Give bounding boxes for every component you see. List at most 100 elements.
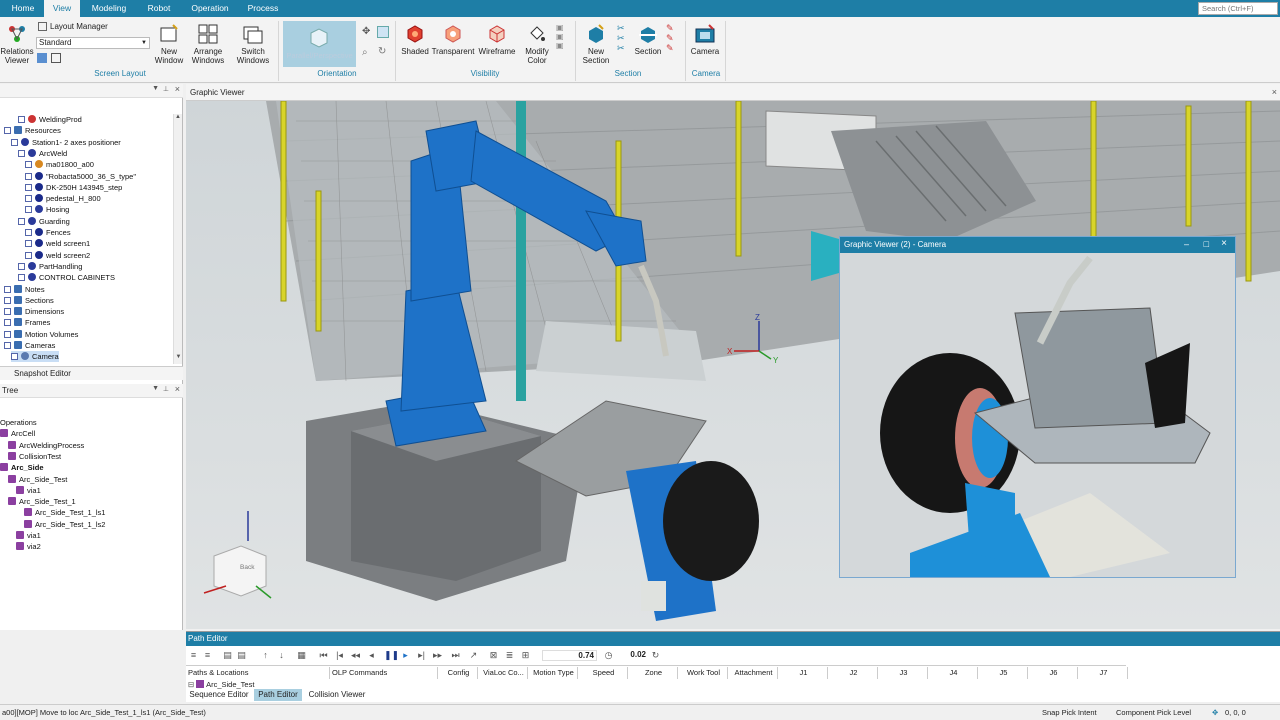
checkbox-icon[interactable] xyxy=(25,195,32,203)
object-tree-scrollbar[interactable]: ▲ ▼ xyxy=(173,114,182,364)
scroll-down-icon[interactable]: ▼ xyxy=(174,354,183,360)
transparent-button[interactable]: Transparent xyxy=(430,23,476,56)
toolbar-icon[interactable]: ▤ xyxy=(236,650,247,661)
tree-item[interactable]: "Robacta5000_36_S_type" xyxy=(25,171,136,182)
checkbox-icon[interactable] xyxy=(25,251,32,259)
select-cursor-icon[interactable] xyxy=(377,26,389,38)
rotate-icon[interactable]: ↻ xyxy=(378,46,386,57)
toolbar-icon[interactable]: ≡ xyxy=(188,650,199,661)
toolbar-icon[interactable]: ≣ xyxy=(504,650,515,661)
switch-windows-button[interactable]: Switch Windows xyxy=(232,23,274,65)
column-header[interactable]: ViaLoc Co... xyxy=(478,667,528,679)
close-icon[interactable]: × xyxy=(175,84,180,94)
tree-item[interactable]: WeldingProd xyxy=(18,114,82,125)
move-down-icon[interactable]: ↓ xyxy=(276,650,287,661)
new-window-button[interactable]: New Window xyxy=(152,23,186,65)
jump-to-end-icon[interactable]: ⏭ xyxy=(450,650,461,661)
dropdown-icon[interactable]: ▼ xyxy=(152,385,159,392)
checkbox-icon[interactable] xyxy=(25,206,32,214)
operation-tree-item[interactable]: Arc_Side_Test xyxy=(8,474,67,485)
column-header[interactable]: J3 xyxy=(878,667,928,679)
toolbar-icon[interactable]: ▦ xyxy=(296,650,307,661)
section-edit-icons[interactable]: ✎ ✎ ✎ xyxy=(666,23,674,53)
tree-item[interactable]: weld screen1 xyxy=(25,238,90,249)
operation-tree-item[interactable]: ArcCell xyxy=(0,428,35,439)
zoom-icon[interactable]: ⌕ xyxy=(362,47,368,58)
modify-color-button[interactable]: Modify Color xyxy=(520,23,554,65)
checkbox-icon[interactable] xyxy=(25,229,32,236)
checkbox-icon[interactable] xyxy=(4,342,11,349)
section-small-icons[interactable]: ✂ ✂ ✂ xyxy=(617,23,625,53)
tab-path-editor[interactable]: Path Editor xyxy=(254,689,302,701)
checkbox-icon[interactable] xyxy=(18,217,25,225)
operation-tree-item[interactable]: via2 xyxy=(16,541,41,552)
tree-item[interactable]: Motion Volumes xyxy=(4,329,78,340)
column-header[interactable]: J6 xyxy=(1028,667,1078,679)
relations-viewer-button[interactable]: Relations Viewer xyxy=(0,23,34,65)
layout-table-icon[interactable] xyxy=(51,53,61,63)
tree-item[interactable]: Camera xyxy=(11,351,59,363)
scroll-up-icon[interactable]: ▲ xyxy=(174,114,182,120)
checkbox-icon[interactable] xyxy=(18,116,25,123)
column-header[interactable]: Config xyxy=(438,667,478,679)
pan-icon[interactable]: ✥ xyxy=(362,27,372,37)
search-input[interactable]: Search (Ctrl+F) xyxy=(1198,2,1278,15)
toolbar-icon[interactable]: ⊠ xyxy=(488,650,499,661)
column-header[interactable]: J2 xyxy=(828,667,878,679)
tab-process[interactable]: Process xyxy=(240,0,286,17)
close-icon[interactable]: × xyxy=(1221,238,1227,249)
pin-icon[interactable]: ⊥ xyxy=(163,385,169,393)
operation-tree-item[interactable]: Operations xyxy=(0,417,37,428)
checkbox-icon[interactable] xyxy=(18,149,25,157)
column-header[interactable]: Motion Type xyxy=(528,667,578,679)
expand-icon[interactable]: ⊟ xyxy=(188,680,194,689)
tab-robot[interactable]: Robot xyxy=(138,0,180,17)
shaded-button[interactable]: Shaded xyxy=(399,23,431,56)
move-up-icon[interactable]: ↑ xyxy=(260,650,271,661)
tree-item[interactable]: ma01800_a00 xyxy=(25,159,94,170)
operation-tree-item[interactable]: Arc_Side_Test_1_ls2 xyxy=(24,519,105,530)
tree-item[interactable]: Resources xyxy=(4,125,61,136)
new-section-button[interactable]: New Section xyxy=(578,23,614,65)
operation-tree-item[interactable]: CollisionTest xyxy=(8,451,61,462)
checkbox-icon[interactable] xyxy=(4,308,11,316)
operation-tree-item[interactable]: ArcWeldingProcess xyxy=(8,440,84,451)
column-header[interactable]: Zone xyxy=(628,667,678,679)
visibility-small-icons[interactable]: ▣ ▣ ▣ xyxy=(556,23,564,50)
tree-item[interactable]: Notes xyxy=(4,284,45,295)
column-header[interactable]: Paths & Locations xyxy=(186,667,330,679)
checkbox-icon[interactable] xyxy=(11,138,18,146)
dropdown-icon[interactable]: ▼ xyxy=(152,85,159,92)
operation-tree-item[interactable]: Arc_Side xyxy=(0,462,44,473)
checkbox-icon[interactable] xyxy=(18,262,25,270)
layout-manager-button[interactable]: Layout Manager xyxy=(38,22,108,31)
refresh-icon[interactable]: ↻ xyxy=(650,650,661,661)
column-header[interactable]: Speed xyxy=(578,667,628,679)
close-icon[interactable]: × xyxy=(1272,87,1277,97)
checkbox-icon[interactable] xyxy=(18,274,25,282)
parallel-perspective-button[interactable]: Parallel/Perspective xyxy=(283,21,356,67)
speed-input[interactable]: 0.74 xyxy=(542,650,597,661)
layout-grid-icon[interactable] xyxy=(37,53,47,63)
tree-item[interactable]: Sections xyxy=(4,295,54,306)
fast-forward-icon[interactable]: ▸▸ xyxy=(432,650,443,661)
tree-item[interactable]: Station1- 2 axes positioner xyxy=(11,137,121,148)
checkbox-icon[interactable] xyxy=(4,296,11,304)
column-header[interactable]: J5 xyxy=(978,667,1028,679)
pause-icon[interactable]: ❚❚ xyxy=(384,650,399,661)
snapshot-editor-tab[interactable]: Snapshot Editor xyxy=(0,366,183,380)
tab-sequence-editor[interactable]: Sequence Editor xyxy=(186,689,252,701)
tree-item[interactable]: CONTROL CABINETS xyxy=(18,272,115,283)
step-back-icon[interactable]: |◂ xyxy=(334,650,345,661)
tree-item[interactable]: pedestal_H_800 xyxy=(25,193,101,204)
column-header[interactable]: J4 xyxy=(928,667,978,679)
checkbox-icon[interactable] xyxy=(4,319,11,327)
tree-item[interactable]: Fences xyxy=(25,227,71,238)
tab-home[interactable]: Home xyxy=(4,0,42,17)
minimize-icon[interactable]: – xyxy=(1184,239,1189,249)
toolbar-icon[interactable]: ⊞ xyxy=(520,650,531,661)
operation-tree-item[interactable]: Arc_Side_Test_1_ls1 xyxy=(24,507,105,518)
step-forward-icon[interactable]: ▸| xyxy=(416,650,427,661)
column-header[interactable]: J1 xyxy=(778,667,828,679)
checkbox-icon[interactable] xyxy=(25,240,32,248)
